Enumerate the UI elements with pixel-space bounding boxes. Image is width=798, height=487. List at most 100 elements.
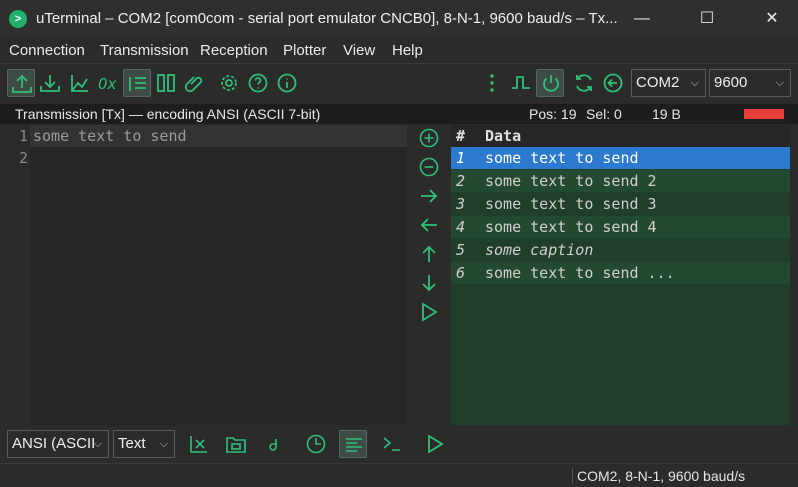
list-icon [129,77,146,91]
mode-label: Transmission [Tx] — encoding ANSI (ASCII… [15,106,321,122]
open-file-button[interactable] [222,430,250,458]
list-header: # Data [451,125,790,147]
port-select[interactable]: COM2 ⌵ [631,69,706,97]
close-button[interactable]: ✕ [740,0,798,38]
plot-axes-icon [71,75,88,92]
about-button[interactable] [273,69,301,97]
text-editor[interactable]: 1 2 some text to send [0,125,407,425]
window-title: uTerminal – COM2 [com0com - serial port … [36,10,618,27]
menu-plotter[interactable]: Plotter [283,42,326,59]
row-data: some text to send 2 [485,172,657,190]
arrow-left-circle-icon [603,73,623,93]
menu-view[interactable]: View [343,42,375,59]
format-select[interactable]: Text ⌵ [113,430,175,458]
row-number: 6 [456,264,466,282]
upload-icon [12,74,32,93]
connect-toggle-button[interactable] [536,69,564,97]
row-data: some text to send 4 [485,218,657,236]
row-data: some text to send [485,149,639,167]
remove-circle-icon[interactable] [418,156,440,178]
clear-button[interactable] [185,430,213,458]
menu-help[interactable]: Help [392,42,423,59]
list-item[interactable]: 1 some text to send [451,147,790,169]
column-header-data: Data [485,127,522,145]
byte-count: 19 B [652,106,681,122]
row-number: 2 [456,172,466,190]
arrow-up-icon[interactable] [418,243,440,265]
align-button[interactable] [339,430,367,458]
data-list[interactable]: # Data 1 some text to send 2 some text t… [451,125,790,425]
terminal-button[interactable] [378,430,406,458]
timer-button[interactable] [302,430,330,458]
back-button[interactable] [599,69,627,97]
info-icon [277,73,297,93]
kebab-icon [490,74,494,92]
macros-button[interactable] [152,69,180,97]
script-button[interactable] [259,430,287,458]
play-icon [428,434,444,454]
arrow-down-icon[interactable] [418,272,440,294]
line-number: 2 [18,149,28,167]
line-gutter: 1 2 [0,125,30,425]
paperclip-icon [184,76,203,93]
port-select-value: COM2 [636,74,680,91]
list-view-button[interactable] [123,69,151,97]
app-terminal-icon: > [9,10,27,28]
attach-button[interactable] [181,69,209,97]
more-options-button[interactable] [478,69,506,97]
signal-button[interactable] [507,69,535,97]
list-item[interactable]: 5 some caption [451,239,790,261]
row-number: 1 [456,149,466,167]
arrow-right-icon[interactable] [418,185,440,207]
menu-connection[interactable]: Connection [9,42,85,59]
arrow-left-icon[interactable] [418,214,440,236]
row-number: 3 [456,195,466,213]
tx-indicator [744,109,784,119]
maximize-button[interactable]: ☐ [675,0,739,38]
hex-mode-button[interactable]: 0x [94,69,122,97]
power-icon [543,75,559,92]
selection-length: Sel: 0 [586,106,622,122]
row-number: 4 [456,218,466,236]
add-circle-icon[interactable] [418,127,440,149]
row-data: some text to send ... [485,264,675,282]
send-button[interactable] [421,430,449,458]
encoding-select[interactable]: ANSI (ASCII ⌵ [7,430,109,458]
line-number: 1 [18,127,28,145]
menu-transmission[interactable]: Transmission [100,42,189,59]
script-a-icon [269,439,277,451]
help-button[interactable] [244,69,272,97]
clock-icon [306,434,326,454]
list-item[interactable]: 6 some text to send ... [451,262,790,284]
menu-reception[interactable]: Reception [200,42,268,59]
list-item[interactable]: 2 some text to send 2 [451,170,790,192]
cursor-position: Pos: 19 [529,106,577,122]
hex-0x-icon: 0x [98,75,117,93]
play-icon[interactable] [418,301,440,323]
chevron-down-icon: ⌵ [159,438,168,450]
refresh-icon [576,74,592,92]
folder-icon [226,437,246,453]
pulse-wave-icon [512,76,530,89]
chevron-down-icon: ⌵ [775,77,784,89]
download-icon [40,75,60,92]
toolbar: 0x COM2 ⌵ 9600 ⌵ [0,65,798,103]
minimize-button[interactable]: — [610,0,674,38]
clear-icon [190,436,207,453]
encoding-select-value: ANSI (ASCII [12,435,96,452]
gear-icon [221,75,237,91]
question-icon [248,73,268,93]
plotter-mode-button[interactable] [65,69,93,97]
transmit-mode-button[interactable] [7,69,35,97]
list-item[interactable]: 4 some text to send 4 [451,216,790,238]
receive-mode-button[interactable] [36,69,64,97]
status-bar: COM2, 8-N-1, 9600 baud/s [0,463,798,487]
baud-select[interactable]: 9600 ⌵ [709,69,791,97]
list-side-toolbar [413,125,447,425]
editor-line[interactable]: some text to send [33,127,187,145]
title-bar: > uTerminal – COM2 [com0com - serial por… [0,0,798,38]
refresh-ports-button[interactable] [570,69,598,97]
settings-button[interactable] [215,69,243,97]
connection-status: COM2, 8-N-1, 9600 baud/s [572,468,745,484]
list-item[interactable]: 3 some text to send 3 [451,193,790,215]
